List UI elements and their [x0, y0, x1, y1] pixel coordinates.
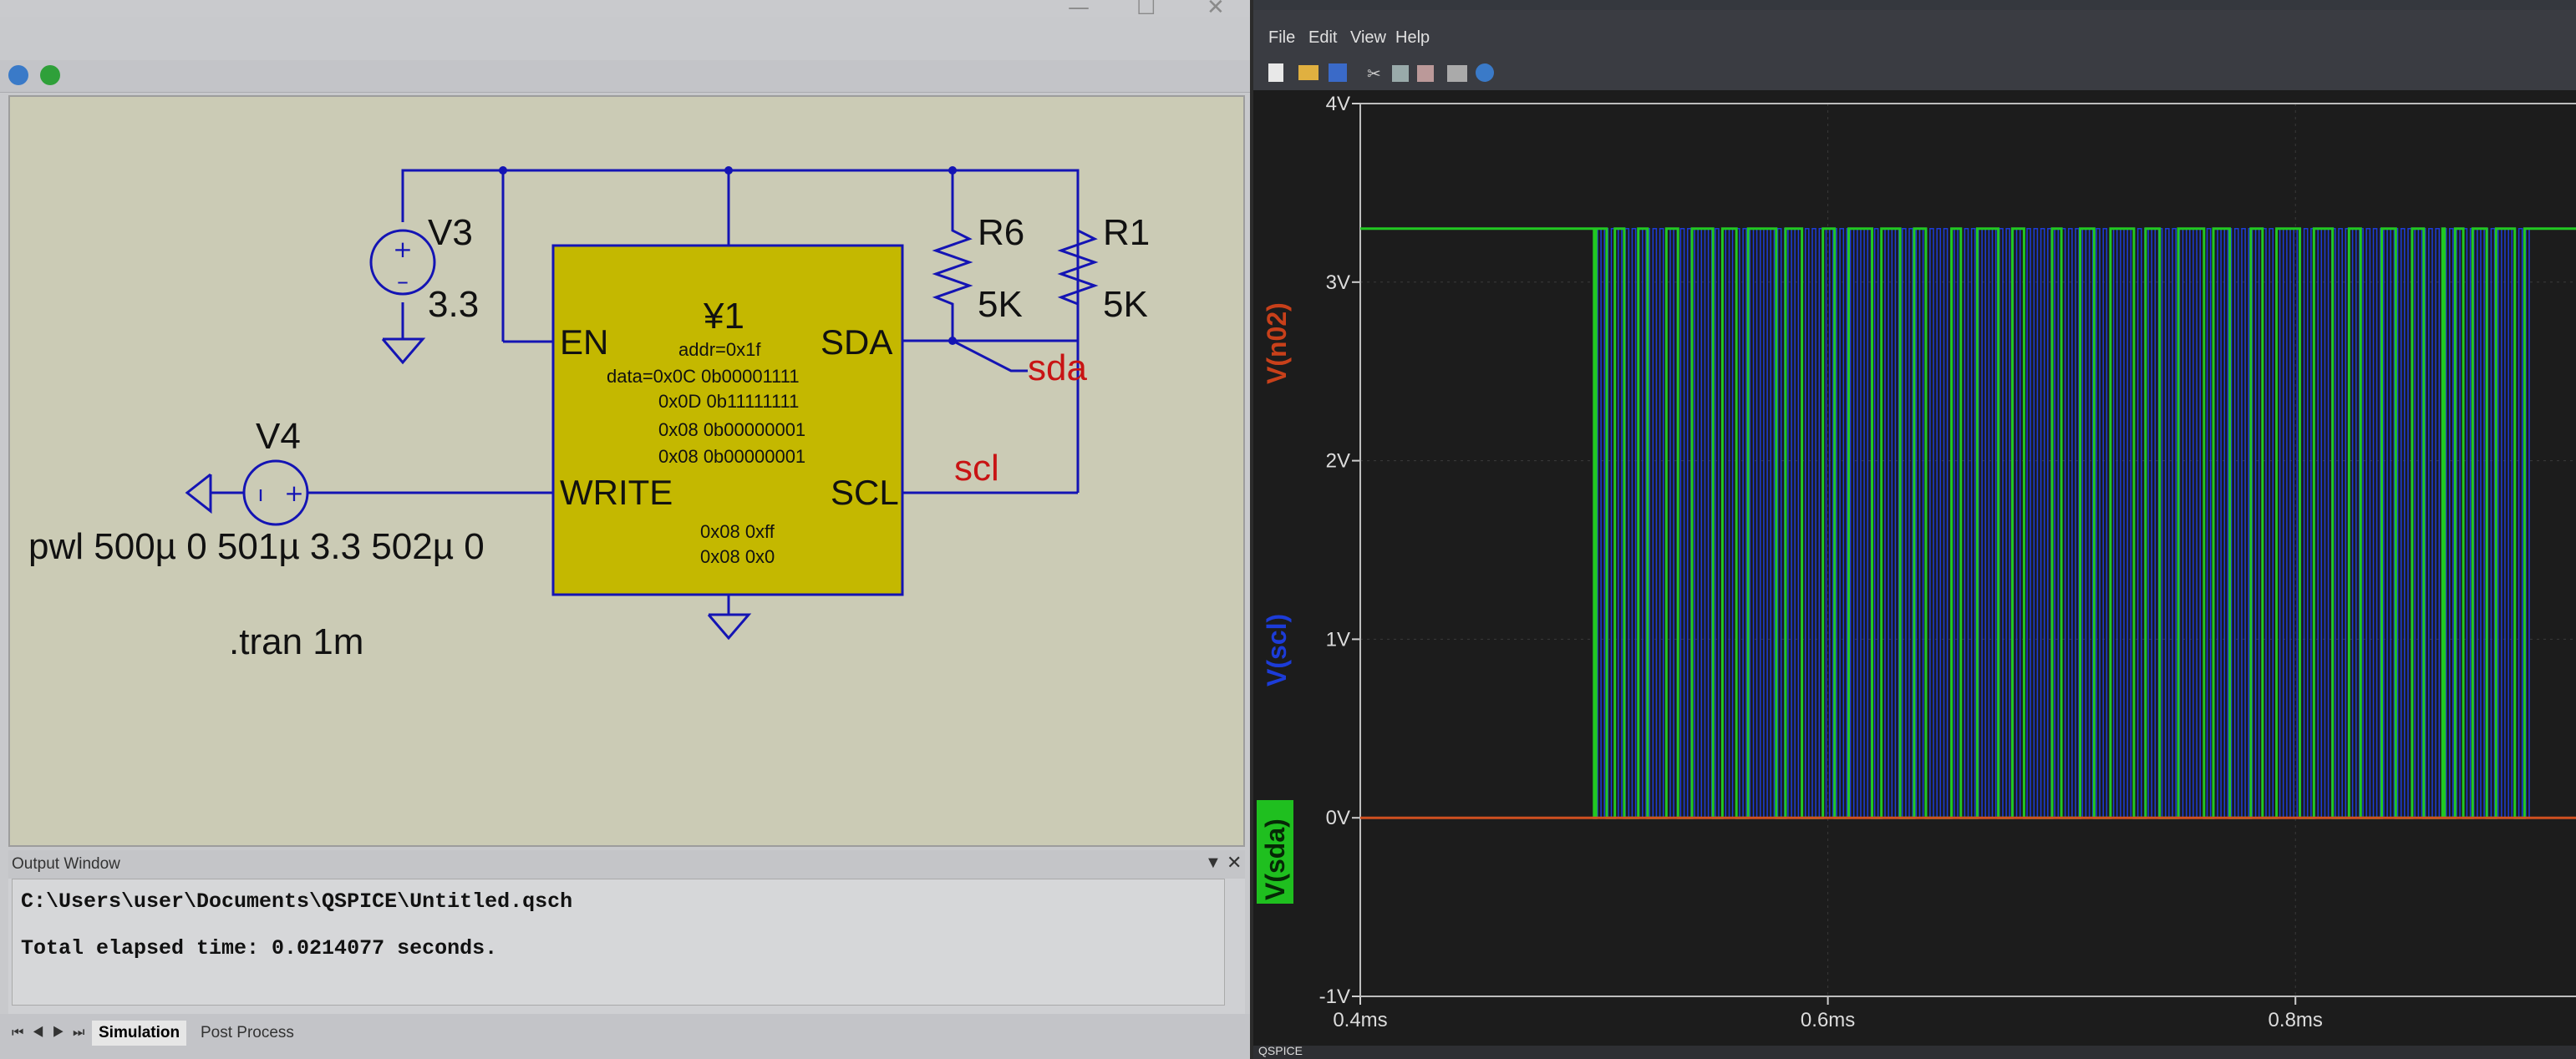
- y-tick-label: 2V: [1326, 450, 1350, 473]
- v3-name: V3: [428, 212, 473, 253]
- svg-text:–: –: [397, 267, 409, 295]
- tab-post-process[interactable]: Post Process: [194, 1021, 301, 1046]
- schematic-window: — ☐ ✕ + – ı + V3 3.3 R6 5K R1 5K V4 pwl …: [0, 0, 1250, 1059]
- power-icon[interactable]: [40, 65, 60, 85]
- legend-vsda[interactable]: V(sda): [1257, 800, 1293, 904]
- plot-svg: 4V 3V 2V 1V 0V -1V0.4ms 0.6ms 0.8ms: [1319, 93, 2576, 1031]
- print-icon[interactable]: [1447, 65, 1467, 82]
- legend-vn02[interactable]: V(n02): [1257, 286, 1300, 386]
- close-button[interactable]: ✕: [1207, 0, 1225, 20]
- svg-text:ı: ı: [257, 482, 263, 507]
- status-bar: QSPICE: [1253, 1044, 2576, 1059]
- y1-pin-sda: SDA: [821, 322, 893, 362]
- y1-pin-write: WRITE: [560, 473, 673, 512]
- output-window: Output Window ▼ ✕ C:\Users\user\Document…: [8, 850, 1245, 1014]
- menu-bar: File Edit View Help: [1253, 10, 2576, 55]
- output-line-path: C:\Users\user\Documents\QSPICE\Untitled.…: [21, 889, 573, 914]
- r6-resistor[interactable]: [932, 222, 973, 311]
- v3-source[interactable]: + –: [369, 229, 436, 365]
- open-folder-icon[interactable]: [1298, 65, 1318, 80]
- minimize-button[interactable]: —: [1068, 0, 1090, 20]
- legend-label: V(sda): [1260, 818, 1290, 900]
- y1-attr-data-2: 0x08 0b00000001: [658, 419, 806, 440]
- waveform-window: File Edit View Help ✂ 4V 3V 2V 1V 0V -1V 0.4ms…: [1253, 0, 2576, 1059]
- cut-icon[interactable]: ✂: [1367, 63, 1381, 84]
- wire-sda-label: [952, 339, 1028, 372]
- v3-value: 3.3: [428, 284, 480, 325]
- y-tick-label: 0V: [1326, 807, 1350, 829]
- series-vscl-line: [1360, 227, 2576, 818]
- waveform-titlebar: [1253, 0, 2576, 10]
- y-tick-label: 3V: [1326, 271, 1350, 294]
- x-tick-label: 0.8ms: [2269, 1009, 2323, 1031]
- output-log[interactable]: C:\Users\user\Documents\QSPICE\Untitled.…: [12, 879, 1225, 1006]
- menu-edit[interactable]: Edit: [1308, 28, 1337, 48]
- r1-value: 5K: [1103, 284, 1148, 325]
- legend-label: V(n02): [1262, 302, 1292, 384]
- close-icon[interactable]: ✕: [1227, 852, 1242, 874]
- svg-text:+: +: [284, 479, 303, 507]
- schematic-toolbar: [0, 60, 1250, 93]
- schematic-canvas[interactable]: + – ı + V3 3.3 R6 5K R1 5K V4 pwl 500µ 0…: [8, 95, 1245, 847]
- net-label-sda[interactable]: sda: [1028, 347, 1087, 389]
- y1-ground-icon: [707, 613, 752, 641]
- y1-attr-addr: addr=0x1f: [678, 339, 761, 360]
- waveform-toolbar: ✂: [1253, 55, 2576, 91]
- x-tick-label: 0.6ms: [1801, 1009, 1855, 1031]
- copy-icon[interactable]: [1392, 65, 1409, 82]
- help-icon[interactable]: [8, 65, 28, 85]
- left-titlebar: — ☐ ✕: [0, 0, 1250, 20]
- y1-attr-data-3: 0x08 0b00000001: [658, 446, 806, 467]
- maximize-button[interactable]: ☐: [1136, 0, 1156, 20]
- v4-name: V4: [256, 416, 301, 457]
- svg-text:+: +: [393, 236, 412, 263]
- net-label-scl[interactable]: scl: [954, 448, 999, 489]
- y-tick-label: 1V: [1326, 628, 1350, 651]
- menu-file[interactable]: File: [1268, 28, 1295, 48]
- output-line-elapsed: Total elapsed time: 0.0214077 seconds.: [21, 936, 498, 960]
- status-text: QSPICE: [1258, 1044, 1303, 1057]
- menu-help[interactable]: Help: [1395, 28, 1430, 48]
- y1-pin-scl: SCL: [831, 473, 899, 512]
- dropdown-icon[interactable]: ▼: [1205, 854, 1222, 873]
- y1-attr-data-5: 0x08 0x0: [700, 546, 775, 567]
- v4-source[interactable]: ı +: [185, 459, 309, 526]
- y1-attr-data-1: 0x0D 0b11111111: [658, 391, 800, 412]
- output-header: Output Window ▼ ✕: [8, 850, 1245, 879]
- paste-icon[interactable]: [1417, 65, 1434, 82]
- r6-value: 5K: [978, 284, 1023, 325]
- y1-attr-data-4: 0x08 0xff: [700, 521, 775, 542]
- waveform-plot[interactable]: 4V 3V 2V 1V 0V -1V 0.4ms 0.6ms 0.8ms V(n02) V(sc…: [1253, 90, 2576, 1059]
- r1-name: R1: [1103, 212, 1151, 253]
- tab-simulation[interactable]: Simulation: [92, 1021, 187, 1046]
- legend-vscl[interactable]: V(scl): [1257, 598, 1300, 698]
- tab-nav-arrows[interactable]: ⏮◀▶⏭: [12, 1026, 93, 1041]
- r6-name: R6: [978, 212, 1025, 253]
- x-tick-label: 0.4ms: [1333, 1009, 1387, 1031]
- legend-label: V(scl): [1262, 613, 1292, 687]
- save-icon[interactable]: [1329, 63, 1347, 82]
- y-tick-label: -1V: [1319, 986, 1350, 1008]
- output-title: Output Window: [12, 855, 120, 873]
- tab-bar: ⏮◀▶⏭ Simulation Post Process: [0, 1014, 1250, 1059]
- v4-value: pwl 500µ 0 501µ 3.3 502µ 0: [28, 526, 485, 567]
- new-file-icon[interactable]: [1268, 63, 1283, 82]
- y-tick-label: 4V: [1326, 93, 1350, 115]
- tran-directive[interactable]: .tran 1m: [229, 621, 363, 663]
- menu-view[interactable]: View: [1350, 28, 1386, 48]
- help-icon[interactable]: [1476, 63, 1494, 82]
- y1-attr-data: data=0x0C 0b00001111: [607, 366, 800, 387]
- y1-name: ¥1: [704, 296, 744, 337]
- schematic-drawing: + – ı +: [185, 166, 1099, 641]
- y1-pin-en: EN: [560, 322, 609, 362]
